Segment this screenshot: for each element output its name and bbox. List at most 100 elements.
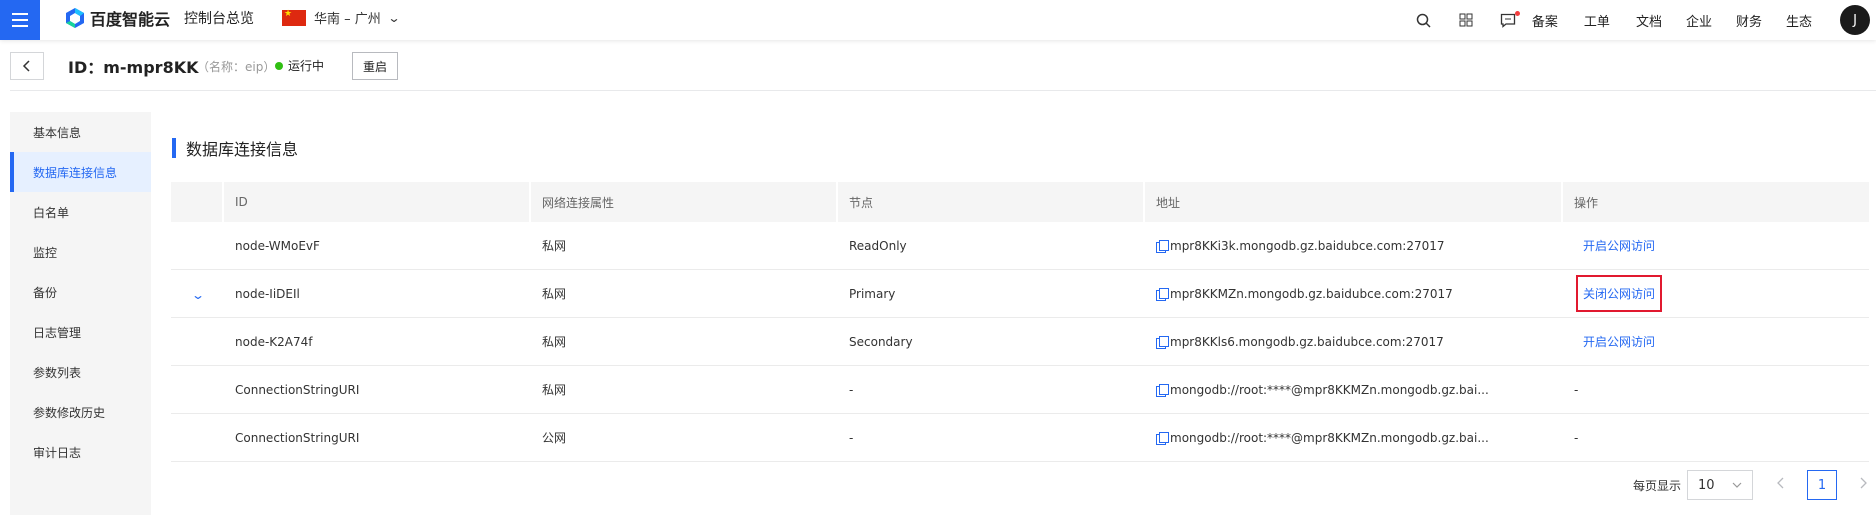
instance-title: ID：m-mpr8KK xyxy=(68,58,199,77)
prev-page-button[interactable] xyxy=(1777,477,1785,493)
sidebar-item-db-connection[interactable]: 数据库连接信息 xyxy=(10,152,151,192)
hamburger-menu-button[interactable] xyxy=(0,0,40,40)
page-size-value: 10 xyxy=(1698,477,1715,493)
next-page-button[interactable] xyxy=(1859,477,1867,493)
table-row: node-WMoEvF 私网 ReadOnly mpr8KKi3k.mongod… xyxy=(171,222,1869,270)
cell-action: - xyxy=(1574,382,1579,397)
cell-network: 公网 xyxy=(542,431,567,445)
grid-apps-icon[interactable] xyxy=(1456,10,1476,30)
disable-public-access-link[interactable]: 关闭公网访问 xyxy=(1576,275,1663,312)
topbar-actions: 备案 工单 文档 企业 财务 生态 J xyxy=(1414,0,1876,40)
sidebar-item-backup[interactable]: 备份 xyxy=(10,272,151,312)
column-header-address: 地址 xyxy=(1156,195,1181,210)
cell-network: 私网 xyxy=(542,335,567,349)
chevron-left-icon xyxy=(22,60,30,72)
nav-link-ecosystem[interactable]: 生态 xyxy=(1786,11,1812,30)
address-text: mpr8KKls6.mongodb.gz.baidubce.com:27017 xyxy=(1170,334,1444,349)
table-row: ConnectionStringURI 公网 - mongodb://root:… xyxy=(171,414,1869,462)
top-navigation-bar: 百度智能云 控制台总览 华南 – 广州 ⌄ 备案 工单 文档 企业 财务 生态 … xyxy=(0,0,1876,40)
page-number-button[interactable]: 1 xyxy=(1807,470,1838,500)
sidebar-item-param-history[interactable]: 参数修改历史 xyxy=(10,392,151,432)
copy-icon[interactable] xyxy=(1156,432,1169,445)
cell-network: 私网 xyxy=(542,287,567,301)
cell-address: mongodb://root:****@mpr8KKMZn.mongodb.gz… xyxy=(1156,414,1489,461)
status-badge: 运行中 xyxy=(275,57,324,74)
cell-action: 开启公网访问 xyxy=(1583,318,1655,365)
copy-icon[interactable] xyxy=(1156,336,1169,349)
address-text: mpr8KKi3k.mongodb.gz.baidubce.com:27017 xyxy=(1170,238,1445,253)
address-text: mpr8KKMZn.mongodb.gz.baidubce.com:27017 xyxy=(1170,286,1453,301)
chevron-down-icon: ⌄ xyxy=(387,10,401,25)
status-text: 运行中 xyxy=(288,59,325,73)
back-button[interactable] xyxy=(10,52,44,80)
brand-logo[interactable]: 百度智能云 xyxy=(64,6,170,30)
cell-address: mpr8KKMZn.mongodb.gz.baidubce.com:27017 xyxy=(1156,270,1453,317)
chevron-down-icon xyxy=(1732,482,1742,488)
sidebar-item-audit-log[interactable]: 审计日志 xyxy=(10,432,151,472)
sidebar-item-basic-info[interactable]: 基本信息 xyxy=(10,112,151,152)
nav-link-docs[interactable]: 文档 xyxy=(1636,11,1662,30)
column-header-actions: 操作 xyxy=(1574,195,1599,210)
nav-link-beian[interactable]: 备案 xyxy=(1532,11,1558,30)
cell-node: Primary xyxy=(849,286,896,301)
message-icon[interactable] xyxy=(1498,10,1520,30)
header-divider xyxy=(10,90,1876,91)
nav-link-ticket[interactable]: 工单 xyxy=(1584,11,1610,30)
cell-address: mpr8KKi3k.mongodb.gz.baidubce.com:27017 xyxy=(1156,222,1445,269)
status-dot-icon xyxy=(275,61,283,70)
region-label: 华南 – 广州 xyxy=(314,12,381,27)
nav-link-enterprise[interactable]: 企业 xyxy=(1686,11,1712,30)
table-row: ConnectionStringURI 私网 - mongodb://root:… xyxy=(171,366,1869,414)
address-text: mongodb://root:****@mpr8KKMZn.mongodb.gz… xyxy=(1170,430,1489,445)
cell-network: 私网 xyxy=(542,239,567,253)
search-icon[interactable] xyxy=(1414,10,1434,30)
column-header-node: 节点 xyxy=(849,195,874,210)
cell-node: - xyxy=(849,430,854,445)
console-home-link[interactable]: 控制台总览 xyxy=(184,8,254,28)
pagination: 每页显示 10 1 xyxy=(1633,470,1867,500)
sidebar-item-monitoring[interactable]: 监控 xyxy=(10,232,151,272)
section-header: 数据库连接信息 xyxy=(172,138,299,159)
cell-id: ConnectionStringURI xyxy=(235,382,360,397)
cell-address: mongodb://root:****@mpr8KKMZn.mongodb.gz… xyxy=(1156,366,1489,413)
table-row: ⌄ node-IiDEIl 私网 Primary mpr8KKMZn.mongo… xyxy=(171,270,1869,318)
cell-action: 关闭公网访问 xyxy=(1576,270,1663,317)
enable-public-access-link[interactable]: 开启公网访问 xyxy=(1583,333,1655,350)
cell-node: ReadOnly xyxy=(849,238,907,253)
column-header-network: 网络连接属性 xyxy=(542,195,615,210)
copy-icon[interactable] xyxy=(1156,240,1169,253)
cell-node: - xyxy=(849,382,854,397)
per-page-label: 每页显示 xyxy=(1633,478,1682,493)
sidebar-item-param-list[interactable]: 参数列表 xyxy=(10,352,151,392)
restart-button[interactable]: 重启 xyxy=(352,52,398,80)
region-selector[interactable]: 华南 – 广州 ⌄ xyxy=(282,8,401,27)
cell-node: Secondary xyxy=(849,334,913,349)
sidebar: 基本信息 数据库连接信息 白名单 监控 备份 日志管理 参数列表 参数修改历史 … xyxy=(10,112,151,515)
brand-logo-icon xyxy=(66,8,84,28)
page-size-select[interactable]: 10 xyxy=(1687,470,1754,500)
column-header-id: ID xyxy=(235,195,248,209)
copy-icon[interactable] xyxy=(1156,288,1169,301)
cell-address: mpr8KKls6.mongodb.gz.baidubce.com:27017 xyxy=(1156,318,1444,365)
section-accent-bar xyxy=(172,138,176,158)
sidebar-item-log-management[interactable]: 日志管理 xyxy=(10,312,151,352)
cell-id: node-K2A74f xyxy=(235,334,313,349)
chevron-right-icon xyxy=(1860,477,1867,489)
cell-action: 开启公网访问 xyxy=(1583,222,1655,269)
chevron-down-icon[interactable]: ⌄ xyxy=(191,288,205,302)
copy-icon[interactable] xyxy=(1156,384,1169,397)
section-title: 数据库连接信息 xyxy=(186,140,299,159)
cell-id: node-IiDEIl xyxy=(235,286,300,301)
china-flag-icon xyxy=(282,9,306,26)
connection-table: ID 网络连接属性 节点 地址 操作 node-WMoEvF 私网 ReadOn… xyxy=(171,182,1869,462)
user-avatar[interactable]: J xyxy=(1840,5,1870,35)
table-row: node-K2A74f 私网 Secondary mpr8KKls6.mongo… xyxy=(171,318,1869,366)
cell-network: 私网 xyxy=(542,383,567,397)
table-header: ID 网络连接属性 节点 地址 操作 xyxy=(171,182,1869,222)
enable-public-access-link[interactable]: 开启公网访问 xyxy=(1583,237,1655,254)
cell-action: - xyxy=(1574,430,1579,445)
nav-link-finance[interactable]: 财务 xyxy=(1736,11,1762,30)
notification-dot xyxy=(1514,11,1520,16)
sidebar-item-whitelist[interactable]: 白名单 xyxy=(10,192,151,232)
brand-name: 百度智能云 xyxy=(90,10,171,29)
